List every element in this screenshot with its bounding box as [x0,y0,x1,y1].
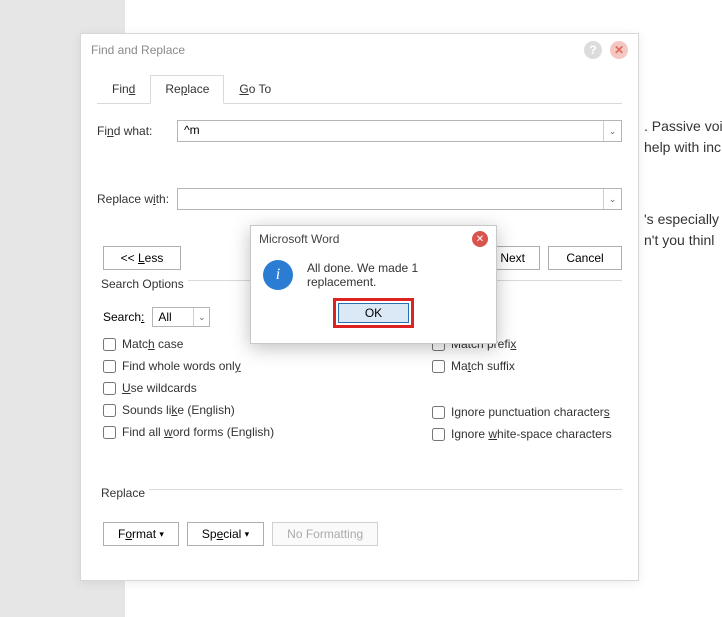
replace-with-row: Replace with: ⌄ [97,188,622,210]
checkbox-label: Match case [122,337,183,351]
chevron-down-icon[interactable]: ⌄ [193,308,209,326]
no-formatting-button: No Formatting [272,522,378,546]
checkbox-input[interactable] [432,428,445,441]
checkbox-label: Match suffix [451,359,515,373]
checkbox-label: Sounds like (English) [122,403,235,417]
checkbox-input[interactable] [103,426,116,439]
checkbox-input[interactable] [103,360,116,373]
doc-text-fragment: 's especially u [644,211,722,227]
doc-text-fragment: help with inc [644,139,721,155]
modal-footer: OK [251,298,496,338]
search-direction-value: All [158,310,171,324]
word-forms-checkbox[interactable]: Find all word forms (English) [103,425,432,439]
ok-button[interactable]: OK [338,303,409,323]
search-direction-select[interactable]: All ⌄ [152,307,210,327]
tab-find[interactable]: Find [97,75,150,104]
tab-replace[interactable]: Replace [150,75,224,104]
modal-title-text: Microsoft Word [259,232,472,246]
tab-goto[interactable]: Go To [224,75,286,104]
special-button[interactable]: Special [187,522,264,546]
format-button[interactable]: Format [103,522,179,546]
search-label: Search: [103,310,144,324]
checkbox-input[interactable] [103,338,116,351]
cancel-button[interactable]: Cancel [548,246,622,270]
checkbox-input[interactable] [432,360,445,373]
search-options-label: Search Options [97,277,188,291]
checkbox-input[interactable] [103,382,116,395]
use-wildcards-checkbox[interactable]: Use wildcards [103,381,432,395]
match-suffix-checkbox[interactable]: Match suffix [432,359,622,373]
checkbox-grid: Match case Find whole words only Use wil… [97,337,622,449]
find-what-row: Find what: ^m ⌄ [97,120,622,142]
replace-format-group: Replace Format Special No Formatting [97,489,622,546]
less-button[interactable]: << Less [103,246,181,270]
checkbox-label: Ignore punctuation characters [451,405,610,419]
chevron-down-icon[interactable]: ⌄ [603,121,621,141]
help-icon[interactable]: ? [584,41,602,59]
dialog-title: Find and Replace [91,43,576,57]
modal-body: i All done. We made 1 replacement. [251,252,496,298]
find-what-label: Find what: [97,124,177,138]
modal-message: All done. We made 1 replacement. [307,261,484,289]
replace-with-input[interactable]: ⌄ [177,188,622,210]
ignore-punctuation-checkbox[interactable]: Ignore punctuation characters [432,405,622,419]
modal-titlebar: Microsoft Word ✕ [251,226,496,252]
replace-with-label: Replace with: [97,192,177,206]
sounds-like-checkbox[interactable]: Sounds like (English) [103,403,432,417]
close-icon[interactable]: ✕ [472,231,488,247]
replace-with-value [178,189,621,193]
close-icon[interactable]: ✕ [610,41,628,59]
checkbox-input[interactable] [432,406,445,419]
ignore-whitespace-checkbox[interactable]: Ignore white-space characters [432,427,622,441]
replace-section-label: Replace [97,486,149,500]
checkbox-input[interactable] [103,404,116,417]
dialog-titlebar: Find and Replace ? ✕ [81,34,638,66]
info-icon: i [263,260,293,290]
find-what-input[interactable]: ^m ⌄ [177,120,622,142]
checkbox-label: Find whole words only [122,359,241,373]
find-what-value: ^m [178,121,621,139]
checkbox-label: Ignore white-space characters [451,427,612,441]
ok-highlight-box: OK [333,298,414,328]
checkbox-label: Use wildcards [122,381,197,395]
whole-words-checkbox[interactable]: Find whole words only [103,359,432,373]
chevron-down-icon[interactable]: ⌄ [603,189,621,209]
confirmation-dialog: Microsoft Word ✕ i All done. We made 1 r… [250,225,497,344]
checkbox-label: Find all word forms (English) [122,425,274,439]
tab-bar: Find Replace Go To [97,74,622,104]
check-col-left: Match case Find whole words only Use wil… [103,337,432,449]
doc-text-fragment: . Passive voic [644,118,722,134]
check-col-right: Match prefix Match suffix Ignore punctua… [432,337,622,449]
doc-text-fragment: n't you thinl [644,232,714,248]
format-button-row: Format Special No Formatting [97,522,622,546]
